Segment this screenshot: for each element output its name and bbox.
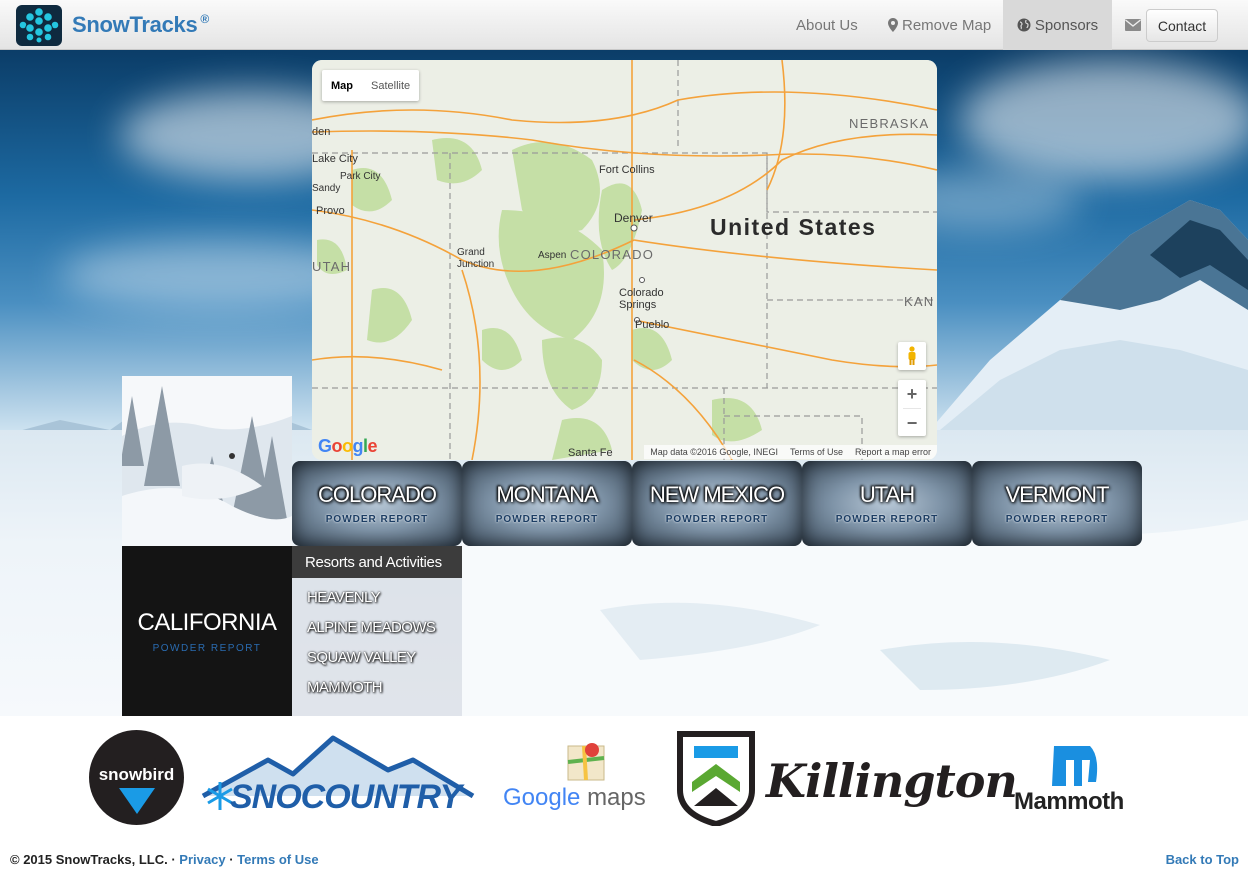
globe-icon bbox=[1017, 18, 1031, 32]
google-maps-maps-word: maps bbox=[587, 784, 646, 811]
map-marker-icon bbox=[888, 18, 898, 32]
state-card-california[interactable]: CALIFORNIA POWDER REPORT bbox=[122, 546, 292, 716]
map-label-santa-fe: Santa Fe bbox=[568, 447, 613, 459]
envelope-icon bbox=[1125, 19, 1141, 31]
sponsors-bar: snowbird SNOCOUNTRY Google maps Killingt… bbox=[0, 716, 1248, 846]
state-tile-name: VERMONT bbox=[1005, 482, 1110, 507]
resorts-heading: Resorts and Activities bbox=[292, 546, 462, 578]
snocountry-wordmark: SNOCOUNTRY bbox=[230, 778, 462, 816]
map-label-sandy: Sandy bbox=[312, 183, 340, 194]
zoom-in-button[interactable]: + bbox=[898, 380, 926, 408]
resort-link-heavenly[interactable]: HEAVENLY bbox=[307, 582, 462, 612]
brand[interactable]: SnowTracks ® bbox=[16, 4, 210, 46]
california-photo bbox=[122, 376, 292, 546]
state-tile-name: UTAH bbox=[859, 482, 915, 507]
state-tile-name: NEW MEXICO bbox=[649, 482, 785, 507]
google-logo[interactable]: Google bbox=[318, 436, 378, 457]
resort-link-mammoth[interactable]: MAMMOTH bbox=[307, 672, 462, 702]
footer-separator: · bbox=[171, 852, 176, 867]
map-label-provo: Provo bbox=[316, 205, 345, 217]
contact-button[interactable]: Contact bbox=[1146, 9, 1218, 42]
map-label-aspen: Aspen bbox=[538, 250, 566, 261]
google-maps-google-word: Google bbox=[503, 784, 581, 811]
state-tile-vermont[interactable]: VERMONT POWDER REPORT bbox=[972, 461, 1142, 546]
state-tile-subtitle: POWDER REPORT bbox=[835, 514, 939, 525]
state-tile-new-mexico[interactable]: NEW MEXICO POWDER REPORT bbox=[632, 461, 802, 546]
state-tile-name: MONTANA bbox=[496, 482, 598, 507]
map-type-map-button[interactable]: Map bbox=[322, 70, 362, 101]
map-label-park-city: Park City bbox=[340, 171, 381, 182]
map-data-attribution: Map data ©2016 Google, INEGI bbox=[650, 447, 778, 457]
zoom-out-button[interactable]: − bbox=[898, 409, 926, 437]
mammoth-logo-icon bbox=[1052, 746, 1098, 786]
map-label-lake-city: Lake City bbox=[312, 153, 358, 165]
footer: © 2015 SnowTracks, LLC. · Privacy · Term… bbox=[0, 846, 1248, 888]
state-tile-name: COLORADO bbox=[318, 482, 437, 507]
map-label-utah: UTAH bbox=[312, 259, 351, 274]
resort-link-squaw-valley[interactable]: SQUAW VALLEY bbox=[307, 642, 462, 672]
google-maps-pin-icon bbox=[567, 743, 605, 781]
google-maps-logo[interactable]: Google maps bbox=[503, 784, 646, 812]
nav-sponsors[interactable]: Sponsors bbox=[1003, 0, 1112, 50]
google-map[interactable]: NEBRASKA KAN UTAH COLORADO United States… bbox=[312, 60, 937, 460]
terms-of-use-link[interactable]: Terms of Use bbox=[237, 852, 318, 867]
zoom-control: + − bbox=[898, 380, 926, 436]
map-report-error-link[interactable]: Report a map error bbox=[849, 445, 937, 459]
privacy-link[interactable]: Privacy bbox=[179, 852, 225, 867]
map-footer: Map data ©2016 Google, INEGI Terms of Us… bbox=[644, 445, 937, 459]
resorts-list: HEAVENLY ALPINE MEADOWS SQUAW VALLEY MAM… bbox=[292, 578, 462, 716]
street-view-pegman-icon[interactable] bbox=[898, 342, 926, 370]
nav-remove-map[interactable]: Remove Map bbox=[888, 0, 991, 50]
back-to-top-link[interactable]: Back to Top bbox=[1166, 852, 1239, 867]
map-label-kan: KAN bbox=[904, 294, 934, 309]
killington-shield-icon[interactable] bbox=[676, 730, 756, 826]
snowbird-logo[interactable]: snowbird bbox=[89, 730, 184, 825]
state-tile-subtitle: POWDER REPORT bbox=[325, 514, 429, 525]
map-label-den: den bbox=[312, 126, 330, 138]
killington-wordmark[interactable]: Killington bbox=[766, 754, 1018, 808]
map-label-pueblo: Pueblo bbox=[635, 319, 669, 331]
footer-separator: · bbox=[229, 852, 234, 867]
map-label-nebraska: NEBRASKA bbox=[849, 116, 929, 131]
map-type-control: Map Satellite bbox=[322, 70, 420, 101]
state-tile-subtitle: POWDER REPORT bbox=[665, 514, 769, 525]
california-name: CALIFORNIA bbox=[137, 608, 277, 636]
nav-about-us[interactable]: About Us bbox=[796, 0, 858, 50]
state-tile-subtitle: POWDER REPORT bbox=[495, 514, 599, 525]
snowbird-wordmark: snowbird bbox=[99, 765, 175, 784]
map-label-colorado: COLORADO bbox=[570, 247, 654, 262]
map-terms-link[interactable]: Terms of Use bbox=[784, 445, 849, 459]
copyright-text: © 2015 SnowTracks, LLC. bbox=[10, 852, 168, 867]
resort-link-alpine-meadows[interactable]: ALPINE MEADOWS bbox=[307, 612, 462, 642]
state-tile-utah[interactable]: UTAH POWDER REPORT bbox=[802, 461, 972, 546]
snowtracks-logo-icon bbox=[16, 4, 62, 46]
map-label-fort-collins: Fort Collins bbox=[599, 164, 655, 176]
nav-sponsors-label: Sponsors bbox=[1034, 16, 1099, 34]
state-tile-montana[interactable]: MONTANA POWDER REPORT bbox=[462, 461, 632, 546]
map-label-country: United States bbox=[710, 214, 876, 240]
map-canvas[interactable]: NEBRASKA KAN UTAH COLORADO United States… bbox=[312, 60, 937, 460]
nav-remove-map-label: Remove Map bbox=[902, 16, 992, 34]
brand-registered-mark: ® bbox=[200, 12, 210, 26]
california-subtitle: POWDER REPORT bbox=[152, 642, 262, 654]
mammoth-wordmark[interactable]: Mammoth bbox=[1014, 788, 1124, 816]
brand-name: SnowTracks bbox=[72, 12, 198, 37]
footer-copyright: © 2015 SnowTracks, LLC. · Privacy · Term… bbox=[10, 852, 319, 867]
state-tile-colorado[interactable]: COLORADO POWDER REPORT bbox=[292, 461, 462, 546]
map-label-denver: Denver bbox=[614, 211, 653, 225]
map-type-satellite-button[interactable]: Satellite bbox=[362, 70, 419, 101]
state-tile-subtitle: POWDER REPORT bbox=[1005, 514, 1109, 525]
navbar: SnowTracks ® About Us Remove Map Sponsor… bbox=[0, 0, 1248, 50]
